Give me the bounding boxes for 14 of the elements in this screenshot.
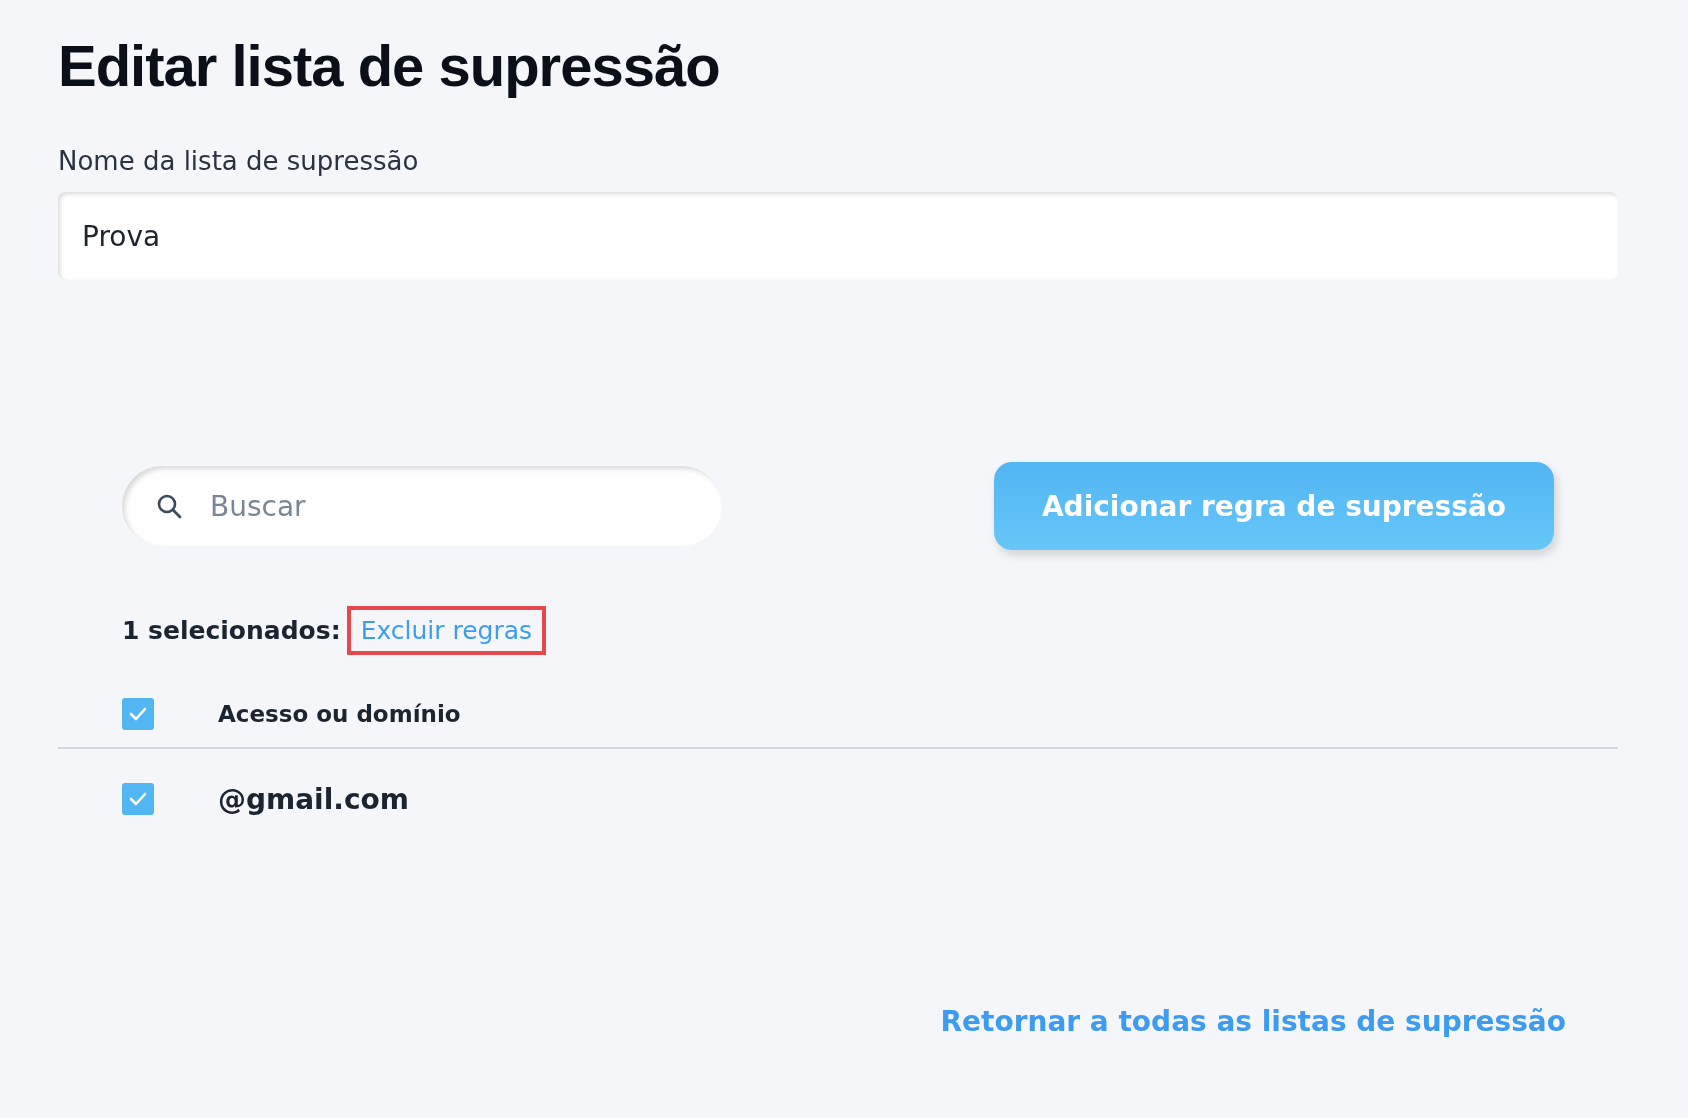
row-checkbox[interactable] — [122, 783, 154, 815]
delete-rules-link[interactable]: Excluir regras — [346, 606, 547, 655]
table-cell: @gmail.com — [218, 782, 409, 816]
checkmark-icon — [128, 791, 148, 807]
add-rule-button[interactable]: Adicionar regra de supressão — [994, 462, 1554, 550]
checkmark-icon — [128, 706, 148, 722]
page-title: Editar lista de supressão — [58, 32, 721, 100]
select-all-checkbox[interactable] — [122, 698, 154, 730]
search-field[interactable]: Buscar — [122, 466, 722, 546]
return-link[interactable]: Retornar a todas as listas de supressão — [940, 1005, 1566, 1038]
field-label: Nome da lista de supressão — [58, 146, 420, 176]
selected-count: 1 selecionados: — [122, 616, 341, 645]
column-header: Acesso ou domínio — [218, 701, 461, 727]
name-input-field[interactable]: Prova — [58, 192, 1618, 280]
